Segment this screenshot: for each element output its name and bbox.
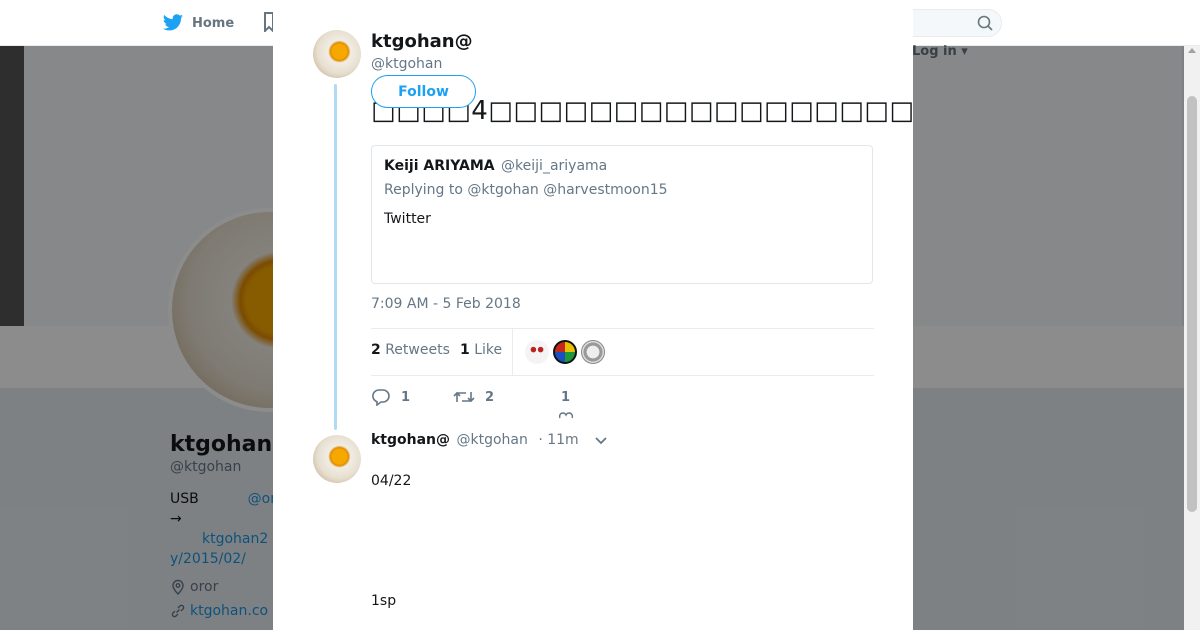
- twitter-bird-icon: [162, 14, 184, 31]
- nav-home[interactable]: Home: [162, 12, 234, 34]
- reply-text: 04/22: [371, 473, 412, 489]
- author-avatar[interactable]: [313, 30, 361, 78]
- close-icon[interactable]: [1153, 10, 1181, 38]
- follow-button[interactable]: Follow: [371, 75, 476, 108]
- author-name[interactable]: ktgohan@: [371, 31, 473, 52]
- reply-author-name[interactable]: ktgohan@: [371, 432, 450, 448]
- page-scrollbar[interactable]: [1184, 46, 1200, 630]
- reply-time[interactable]: · 11m: [538, 432, 578, 448]
- reply-icon: [372, 389, 390, 406]
- retweet-button[interactable]: 2: [453, 388, 494, 406]
- liker-avatar[interactable]: [525, 340, 549, 364]
- retweet-icon: [453, 391, 475, 403]
- likes-stat[interactable]: 1 Like: [460, 342, 502, 358]
- reply-header: ktgohan@ @ktgohan · 11m: [371, 432, 579, 448]
- quoted-tweet[interactable]: Keiji ARIYAMA @keiji_ariyama Replying to…: [371, 145, 873, 284]
- retweets-stat[interactable]: 2 Retweets: [371, 342, 450, 358]
- reply-author-handle[interactable]: @ktgohan: [456, 432, 527, 448]
- tweet-permalink-modal: ktgohan@ @ktgohan □□□□4□□□□□□□□□□□□□□□□□…: [273, 0, 913, 630]
- heart-icon[interactable]: [558, 412, 574, 422]
- scrollbar-thumb[interactable]: [1187, 96, 1197, 512]
- stats-divider: [512, 329, 513, 375]
- author-handle[interactable]: @ktgohan: [371, 56, 442, 72]
- thread-connector: [334, 84, 337, 430]
- quoted-author-name: Keiji ARIYAMA: [384, 158, 495, 174]
- liker-avatar[interactable]: [581, 340, 605, 364]
- scroll-up-arrow[interactable]: [1188, 48, 1196, 53]
- chevron-down-icon[interactable]: [595, 436, 607, 446]
- liker-avatars: [525, 340, 605, 364]
- reply-author-avatar[interactable]: [313, 435, 361, 483]
- quoted-tweet-text: Twitter: [384, 211, 431, 227]
- tweet-stats: 2 Retweets 1 Like: [371, 328, 874, 376]
- quoted-replying-to: Replying to @ktgohan @harvestmoon15: [384, 182, 668, 198]
- tweet-timestamp[interactable]: 7:09 AM - 5 Feb 2018: [371, 296, 521, 312]
- quoted-tweet-author: Keiji ARIYAMA @keiji_ariyama: [384, 158, 607, 174]
- tweet-actions: 1 2 1: [371, 386, 671, 419]
- liker-avatar[interactable]: [553, 340, 577, 364]
- nav-home-label: Home: [192, 15, 235, 31]
- like-count[interactable]: 1: [561, 390, 570, 405]
- quoted-author-handle: @keiji_ariyama: [501, 158, 608, 174]
- reply-button[interactable]: 1: [371, 388, 410, 406]
- reply-text: 1sp: [371, 593, 397, 609]
- search-icon: [977, 15, 993, 31]
